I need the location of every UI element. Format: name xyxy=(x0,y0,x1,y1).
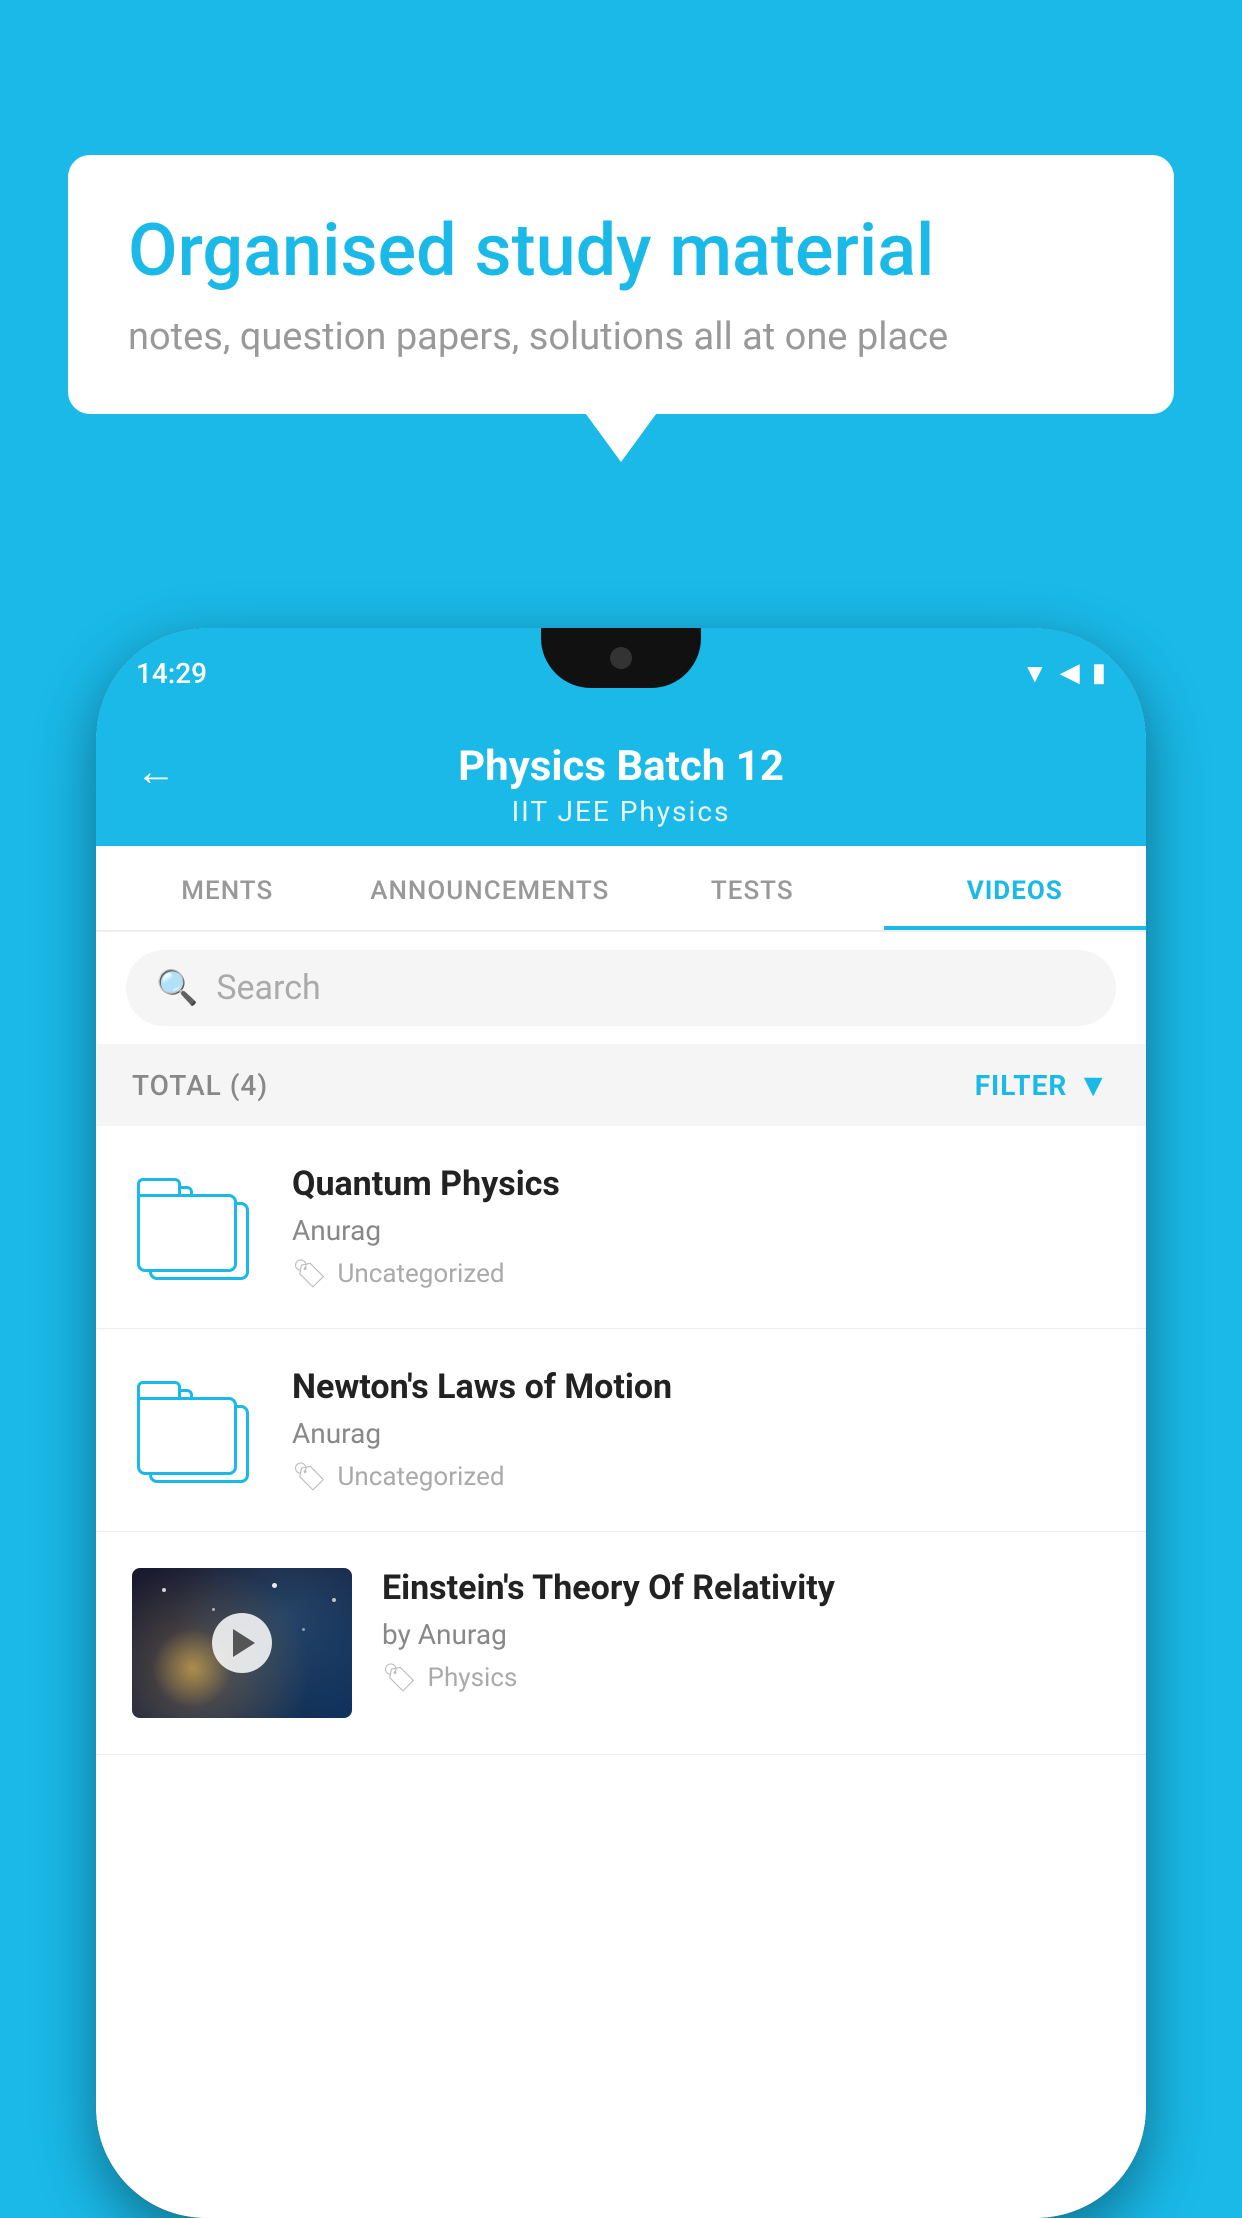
video-author: Anurag xyxy=(292,1214,1110,1247)
video-title: Quantum Physics xyxy=(292,1164,1110,1204)
list-item[interactable]: Quantum Physics Anurag 🏷 Uncategorized xyxy=(96,1126,1146,1329)
search-icon: 🔍 xyxy=(156,968,198,1008)
video-list: Quantum Physics Anurag 🏷 Uncategorized xyxy=(96,1126,1146,2218)
status-icons: ▼ ◀ ▮ xyxy=(1022,658,1106,689)
phone-frame: 14:29 ▼ ◀ ▮ ← Physics Batch 12 IIT JEE P… xyxy=(96,628,1146,2218)
tag-icon: 🏷 xyxy=(382,1661,418,1694)
video-title: Einstein's Theory Of Relativity xyxy=(382,1568,1110,1608)
video-info-1: Quantum Physics Anurag 🏷 Uncategorized xyxy=(292,1164,1110,1290)
tag-label: Uncategorized xyxy=(338,1462,505,1492)
filter-button[interactable]: FILTER ▼ xyxy=(975,1066,1110,1104)
back-button[interactable]: ← xyxy=(136,748,176,795)
tag-label: Physics xyxy=(428,1663,518,1693)
wifi-icon: ▼ xyxy=(1022,658,1048,689)
tab-videos[interactable]: VIDEOS xyxy=(884,846,1147,930)
speech-bubble: Organised study material notes, question… xyxy=(68,155,1174,414)
video-info-3: Einstein's Theory Of Relativity by Anura… xyxy=(382,1568,1110,1694)
camera-icon xyxy=(610,647,632,669)
filter-bar: TOTAL (4) FILTER ▼ xyxy=(96,1044,1146,1126)
tab-announcements[interactable]: ANNOUNCEMENTS xyxy=(359,846,622,930)
bubble-subtitle: notes, question papers, solutions all at… xyxy=(128,315,1114,359)
tag-icon: 🏷 xyxy=(292,1460,328,1493)
header-subtitle: IIT JEE Physics xyxy=(512,795,731,828)
app-header: ← Physics Batch 12 IIT JEE Physics xyxy=(96,718,1146,846)
list-item[interactable]: Einstein's Theory Of Relativity by Anura… xyxy=(96,1532,1146,1755)
video-author: by Anurag xyxy=(382,1618,1110,1651)
phone-notch xyxy=(541,628,701,688)
video-tag: 🏷 Uncategorized xyxy=(292,1257,1110,1290)
search-input[interactable]: Search xyxy=(216,968,320,1008)
header-title: Physics Batch 12 xyxy=(458,742,784,791)
video-title: Newton's Laws of Motion xyxy=(292,1367,1110,1407)
status-bar: 14:29 ▼ ◀ ▮ xyxy=(96,628,1146,718)
video-info-2: Newton's Laws of Motion Anurag 🏷 Uncateg… xyxy=(292,1367,1110,1493)
phone-screen: 14:29 ▼ ◀ ▮ ← Physics Batch 12 IIT JEE P… xyxy=(96,628,1146,2218)
filter-label: FILTER xyxy=(975,1069,1068,1102)
video-author: Anurag xyxy=(292,1417,1110,1450)
signal-icon: ◀ xyxy=(1060,658,1080,688)
tab-ments[interactable]: MENTS xyxy=(96,846,359,930)
folder-icon xyxy=(137,1378,257,1483)
total-count: TOTAL (4) xyxy=(132,1069,268,1102)
tag-label: Uncategorized xyxy=(338,1259,505,1289)
video-tag: 🏷 Uncategorized xyxy=(292,1460,1110,1493)
video-thumbnail-3 xyxy=(132,1568,352,1718)
play-button[interactable] xyxy=(212,1613,272,1673)
search-container: 🔍 Search xyxy=(96,932,1146,1044)
tab-tests[interactable]: TESTS xyxy=(621,846,884,930)
search-bar[interactable]: 🔍 Search xyxy=(126,950,1116,1026)
tabs-container: MENTS ANNOUNCEMENTS TESTS VIDEOS xyxy=(96,846,1146,932)
video-thumbnail-1 xyxy=(132,1162,262,1292)
list-item[interactable]: Newton's Laws of Motion Anurag 🏷 Uncateg… xyxy=(96,1329,1146,1532)
status-time: 14:29 xyxy=(136,657,207,690)
video-thumbnail-2 xyxy=(132,1365,262,1495)
play-icon xyxy=(233,1629,255,1657)
tag-icon: 🏷 xyxy=(292,1257,328,1290)
video-tag: 🏷 Physics xyxy=(382,1661,1110,1694)
folder-icon xyxy=(137,1175,257,1280)
speech-bubble-container: Organised study material notes, question… xyxy=(68,155,1174,414)
battery-icon: ▮ xyxy=(1092,658,1106,688)
filter-icon: ▼ xyxy=(1077,1066,1110,1104)
bubble-title: Organised study material xyxy=(128,210,1114,293)
